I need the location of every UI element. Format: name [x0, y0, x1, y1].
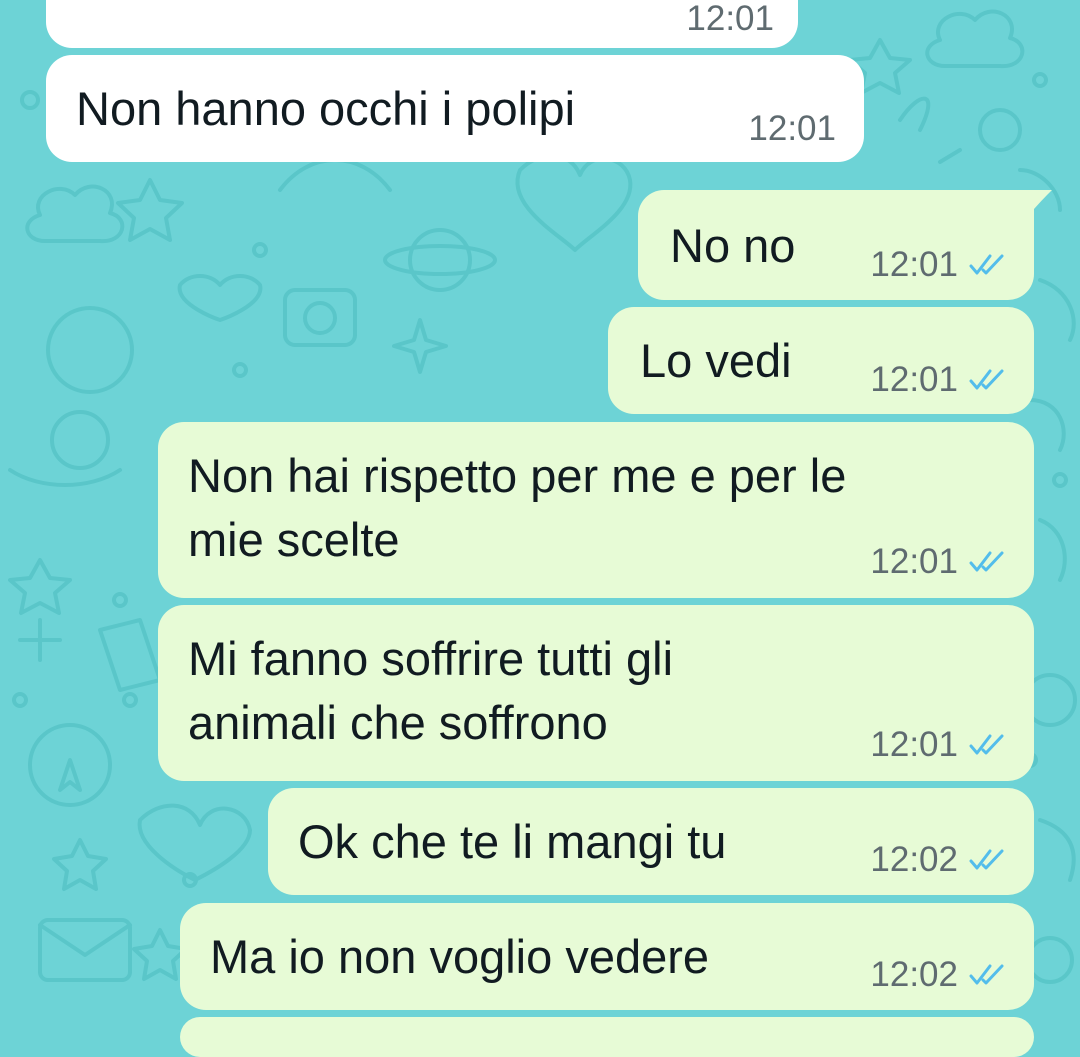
message-bubble-outgoing[interactable]: Ok che te li mangi tu 12:02	[268, 788, 1034, 895]
message-time: 12:01	[870, 245, 958, 284]
message-time: 12:01	[686, 0, 774, 38]
message-meta: 12:01	[870, 725, 1010, 765]
message-bubble-incoming[interactable]: 12:01	[46, 0, 798, 48]
message-time: 12:01	[870, 360, 958, 399]
message-text: Ma io non voglio vedere	[210, 930, 710, 983]
message-meta: 12:02	[870, 955, 1010, 995]
chat-message-list[interactable]: 12:01 Non hanno occhi i polipi 12:01 No …	[0, 0, 1080, 1057]
read-receipt-double-check-icon	[969, 369, 1004, 390]
read-receipt-double-check-icon	[969, 254, 1004, 275]
message-text: Lo vedi	[640, 334, 792, 387]
message-meta: 12:01	[870, 245, 1010, 285]
bubble-tail-icon	[1028, 190, 1052, 216]
read-receipt-double-check-icon	[969, 734, 1004, 755]
message-text: No no	[670, 219, 796, 272]
message-text: Non hanno occhi i polipi	[76, 82, 576, 135]
message-time: 12:01	[870, 542, 958, 581]
message-bubble-outgoing[interactable]: No no 12:01	[638, 190, 1052, 300]
message-meta: 12:01	[870, 542, 1010, 582]
message-text: Ok che te li mangi tu	[298, 815, 727, 868]
message-meta: 12:01	[686, 0, 774, 39]
message-text: Mi fanno soffrire tutti gli animali che …	[188, 632, 674, 749]
message-text: Non hai rispetto per me e per le mie sce…	[188, 449, 847, 566]
message-time: 12:01	[870, 725, 958, 764]
message-bubble-outgoing-partial[interactable]	[180, 1017, 1034, 1057]
read-receipt-double-check-icon	[969, 964, 1004, 985]
message-bubble-outgoing[interactable]: Ma io non voglio vedere 12:02	[180, 903, 1034, 1010]
message-bubble-incoming[interactable]: Non hanno occhi i polipi 12:01	[46, 55, 864, 162]
message-meta: 12:01	[870, 360, 1010, 400]
message-time: 12:01	[748, 109, 836, 148]
message-bubble-outgoing[interactable]: Mi fanno soffrire tutti gli animali che …	[158, 605, 1034, 781]
read-receipt-double-check-icon	[969, 849, 1004, 870]
message-meta: 12:02	[870, 840, 1010, 880]
message-meta: 12:01	[748, 109, 836, 149]
message-bubble-outgoing[interactable]: Non hai rispetto per me e per le mie sce…	[158, 422, 1034, 598]
read-receipt-double-check-icon	[969, 551, 1004, 572]
message-bubble-outgoing[interactable]: Lo vedi 12:01	[608, 307, 1034, 414]
message-time: 12:02	[870, 840, 958, 879]
message-time: 12:02	[870, 955, 958, 994]
